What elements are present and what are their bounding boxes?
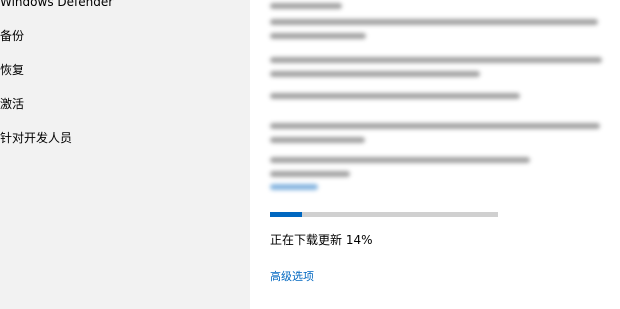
settings-sidebar: Windows Defender 备份 恢复 激活 针对开发人员 xyxy=(0,0,250,309)
sidebar-item-backup[interactable]: 备份 xyxy=(0,29,24,43)
windows-update-panel: 正在下载更新 14% 高级选项 xyxy=(250,0,620,309)
download-progress-fill xyxy=(270,212,302,217)
sidebar-item-for-developers[interactable]: 针对开发人员 xyxy=(0,131,72,145)
sidebar-item-recovery[interactable]: 恢复 xyxy=(0,63,24,77)
download-progress-bar xyxy=(270,212,498,217)
sidebar-item-windows-defender[interactable]: Windows Defender xyxy=(0,0,113,9)
sidebar-item-activation[interactable]: 激活 xyxy=(0,97,24,111)
advanced-options-link[interactable]: 高级选项 xyxy=(270,268,314,284)
download-status-text: 正在下载更新 14% xyxy=(270,233,373,247)
